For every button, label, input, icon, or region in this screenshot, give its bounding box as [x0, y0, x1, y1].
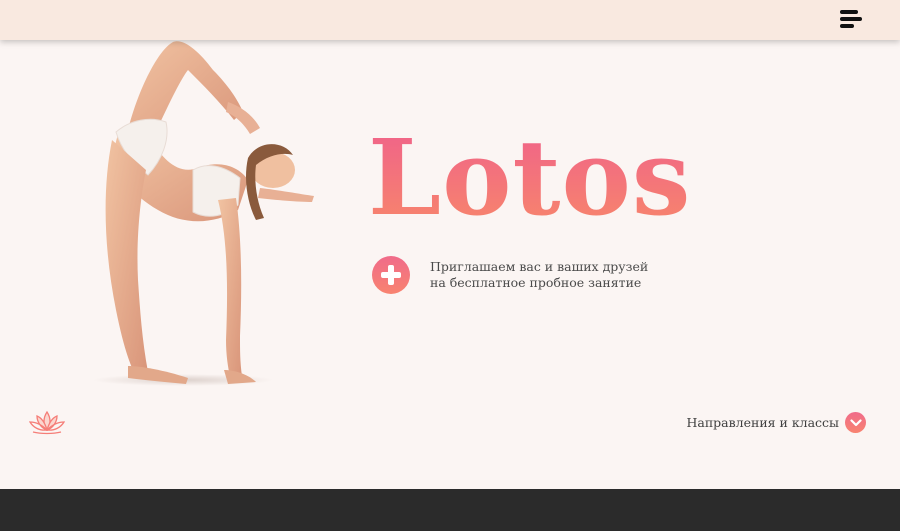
yoga-pose-image: [93, 41, 314, 386]
classes-link-label: Направления и классы: [686, 415, 840, 430]
invite-line-1: Приглашаем вас и ваших друзей: [430, 259, 649, 274]
brand-title: Lotos: [368, 116, 692, 239]
classes-link[interactable]: Направления и классы: [686, 412, 866, 433]
plus-icon[interactable]: [372, 256, 410, 294]
invite-line-2: на бесплатное пробное занятие: [430, 275, 642, 290]
lotus-icon[interactable]: [29, 410, 65, 436]
footer-bar: [0, 489, 900, 531]
hero-section: Lotos Приглашаем вас и ваших друзей на б…: [0, 40, 900, 489]
chevron-down-icon[interactable]: [845, 412, 866, 433]
free-trial-invite: Приглашаем вас и ваших друзей на бесплат…: [372, 256, 648, 294]
hamburger-menu-icon[interactable]: [840, 10, 862, 28]
invite-text: Приглашаем вас и ваших друзей на бесплат…: [430, 259, 648, 291]
top-bar: [0, 0, 900, 40]
